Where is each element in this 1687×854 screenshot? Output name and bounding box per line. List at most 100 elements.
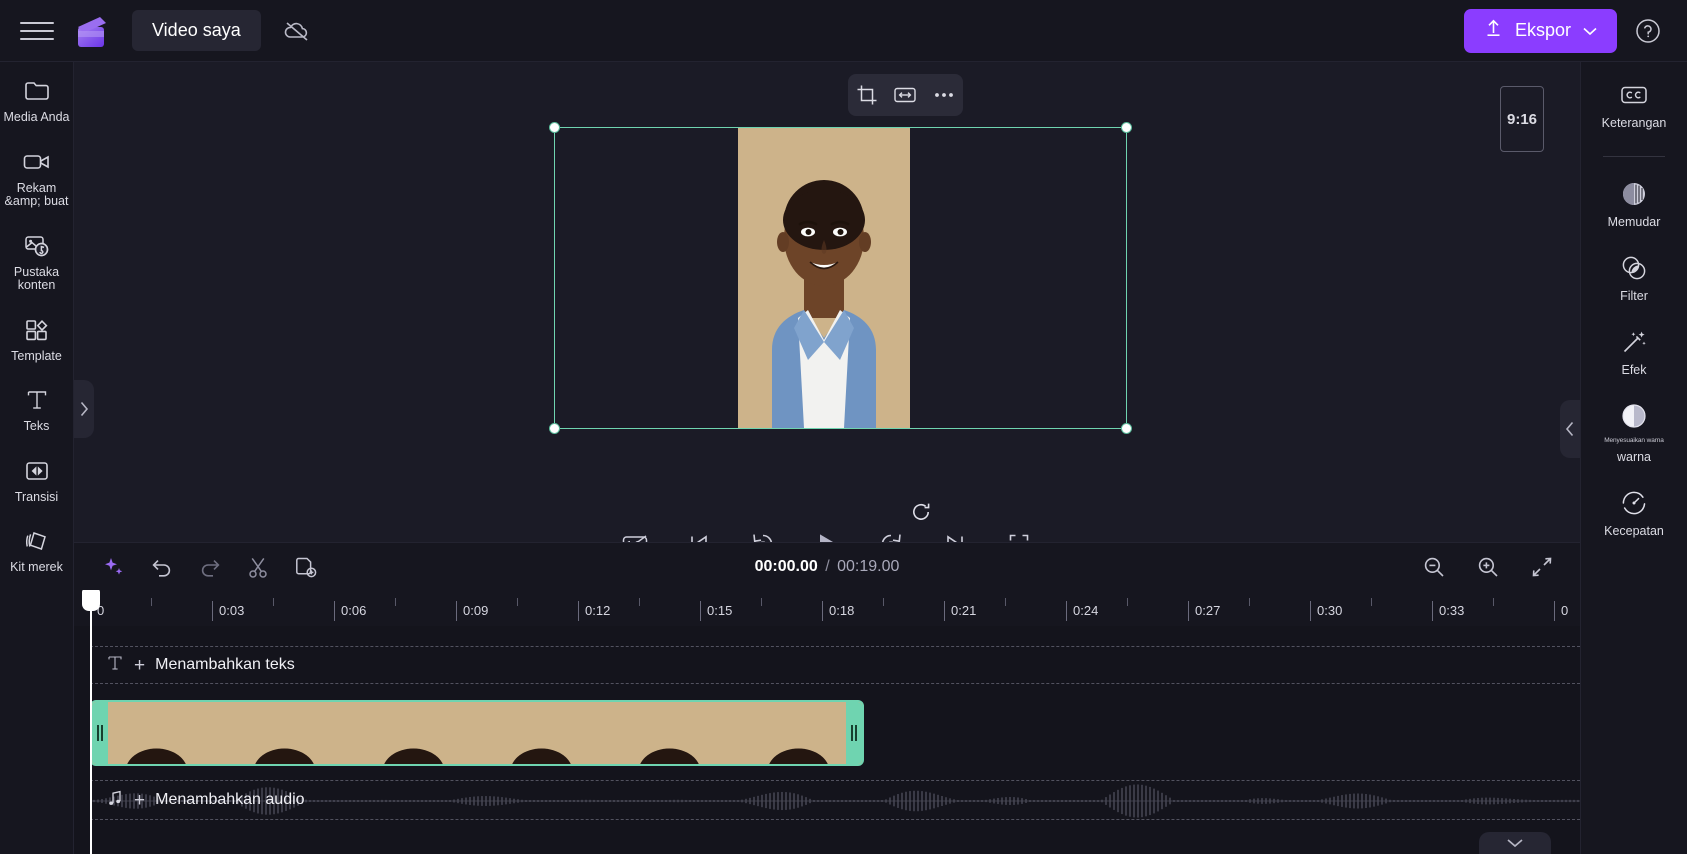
right-item-captions[interactable]: Keterangan xyxy=(1581,80,1687,130)
upload-icon xyxy=(1484,18,1503,43)
playhead[interactable] xyxy=(82,590,100,854)
content-library-icon xyxy=(23,231,51,261)
cloud-off-icon[interactable] xyxy=(275,11,319,51)
folder-icon xyxy=(23,76,51,106)
ruler-label: 0:27 xyxy=(1195,603,1221,618)
ruler-tick-minor xyxy=(151,598,152,606)
sidebar-item-content-library[interactable]: Pustaka konten xyxy=(0,231,74,293)
redo-icon[interactable] xyxy=(194,551,226,583)
video-clip[interactable] xyxy=(90,700,864,766)
ruler-tick xyxy=(944,601,945,621)
crop-icon[interactable] xyxy=(852,80,882,110)
add-audio-plus: + xyxy=(134,789,146,811)
resize-handle-bottom-right[interactable] xyxy=(1121,423,1132,434)
right-item-effects[interactable]: Efek xyxy=(1581,327,1687,377)
add-text-track[interactable]: + Menambahkan teks xyxy=(90,646,1580,684)
sidebar-item-transition[interactable]: Transisi xyxy=(0,456,74,505)
sidebar-item-label: Template xyxy=(11,348,62,363)
fit-timeline-icon[interactable] xyxy=(1526,551,1558,583)
resize-handle-top-right[interactable] xyxy=(1121,122,1132,133)
right-item-adjust-color[interactable]: Menyesuaikan warna warna xyxy=(1581,401,1687,464)
contrast-half-circle-icon xyxy=(1619,401,1649,431)
sidebar-item-text[interactable]: Teks xyxy=(0,385,74,434)
ruler-label: 0:30 xyxy=(1317,603,1343,618)
chevron-down-icon xyxy=(1583,20,1597,41)
ruler-tick-minor xyxy=(395,598,396,606)
selected-clip-bounds[interactable] xyxy=(549,122,1132,434)
export-button[interactable]: Ekspor xyxy=(1463,8,1617,53)
magic-wand-icon xyxy=(1619,327,1649,357)
sparkle-ai-icon[interactable] xyxy=(98,551,130,583)
top-toolbar: Video saya Ekspor xyxy=(0,0,1687,62)
trim-handle-left[interactable] xyxy=(92,702,108,764)
current-time: 00:00.00 xyxy=(754,557,818,575)
timeline-ruler[interactable]: 0 0:03 0:06 0:09 0:12 0:15 0:18 0:21 0:24 0:27 0:3… xyxy=(74,590,1580,626)
ruler-label: 0 xyxy=(1561,603,1569,618)
right-item-label: Efek xyxy=(1621,363,1647,377)
export-button-label: Ekspor xyxy=(1514,20,1571,40)
ruler-label: 0:15 xyxy=(707,603,733,618)
speedometer-icon xyxy=(1619,488,1649,518)
clapperboard-icon[interactable] xyxy=(70,11,114,51)
clip-thumbnail xyxy=(348,702,477,764)
video-preview-media[interactable] xyxy=(738,128,910,428)
chevron-right-icon xyxy=(80,401,89,417)
resize-handle-bottom-left[interactable] xyxy=(549,423,560,434)
time-separator: / xyxy=(825,557,830,575)
fit-width-icon[interactable] xyxy=(890,80,920,110)
collapse-right-panel-button[interactable] xyxy=(1560,400,1580,458)
add-audio-label: Menambahkan audio xyxy=(155,791,305,808)
collapse-preview-button[interactable] xyxy=(1479,832,1551,854)
expand-left-panel-button[interactable] xyxy=(74,380,94,438)
right-item-fade[interactable]: Memudar xyxy=(1581,179,1687,229)
sidebar-item-label: Media Anda xyxy=(3,110,70,124)
closed-caption-icon xyxy=(1619,80,1649,110)
ruler-tick-minor xyxy=(1249,598,1250,606)
aspect-ratio-badge[interactable]: 9:16 xyxy=(1500,86,1544,152)
filter-circles-icon xyxy=(1619,253,1649,283)
sidebar-item-template[interactable]: Template xyxy=(0,315,74,364)
ruler-label: 0:12 xyxy=(585,603,611,618)
sidebar-item-brand-kit[interactable]: Kit merek xyxy=(0,526,74,575)
clipchamp-editor-window: Video saya Ekspor Media Anda Rekam &amp;… xyxy=(0,0,1687,854)
rotate-icon[interactable] xyxy=(909,500,933,524)
ruler-tick-minor xyxy=(1127,598,1128,606)
clip-thumbnail xyxy=(605,702,734,764)
undo-icon[interactable] xyxy=(146,551,178,583)
ruler-tick-minor xyxy=(883,598,884,606)
timeline-toolbar: 00:00.00 / 00:19.00 xyxy=(74,542,1580,590)
sidebar-item-label: Transisi xyxy=(14,489,59,504)
audio-waveform xyxy=(90,784,1580,818)
ruler-tick xyxy=(212,601,213,621)
divider xyxy=(1603,156,1665,157)
resize-handle-top-left[interactable] xyxy=(549,122,560,133)
project-name-field[interactable]: Video saya xyxy=(132,10,261,51)
brand-kit-icon xyxy=(23,526,51,556)
text-t-icon xyxy=(24,385,50,415)
ruler-tick-minor xyxy=(1493,598,1494,606)
ruler-tick xyxy=(456,601,457,621)
right-item-speed[interactable]: Kecepatan xyxy=(1581,488,1687,538)
more-horizontal-icon[interactable] xyxy=(929,80,959,110)
timeline[interactable]: 0 0:03 0:06 0:09 0:12 0:15 0:18 0:21 0:24 0:27 0:3… xyxy=(74,590,1580,854)
ruler-tick-minor xyxy=(273,598,274,606)
chevron-down-icon xyxy=(1507,839,1523,848)
hamburger-menu-icon[interactable] xyxy=(20,18,54,44)
ruler-tick xyxy=(334,601,335,621)
right-item-filter[interactable]: Filter xyxy=(1581,253,1687,303)
sidebar-item-record-create[interactable]: Rekam &amp; buat xyxy=(0,147,74,209)
trim-handle-right[interactable] xyxy=(846,702,862,764)
help-circle-icon[interactable] xyxy=(1631,14,1665,48)
timecode-display: 00:00.00 / 00:19.00 xyxy=(677,558,977,576)
left-sidebar: Media Anda Rekam &amp; buat Pustaka kont… xyxy=(0,62,74,854)
zoom-out-icon[interactable] xyxy=(1418,551,1450,583)
clip-thumbnail xyxy=(476,702,606,764)
add-audio-track[interactable]: + Menambahkan audio xyxy=(90,780,1580,820)
ruler-tick xyxy=(1554,601,1555,621)
duplicate-icon[interactable] xyxy=(290,551,322,583)
sidebar-item-media[interactable]: Media Anda xyxy=(0,76,74,125)
ruler-tick-minor xyxy=(761,598,762,606)
zoom-in-icon[interactable] xyxy=(1472,551,1504,583)
sidebar-item-label: Rekam &amp; buat xyxy=(4,180,69,208)
scissors-icon[interactable] xyxy=(242,551,274,583)
